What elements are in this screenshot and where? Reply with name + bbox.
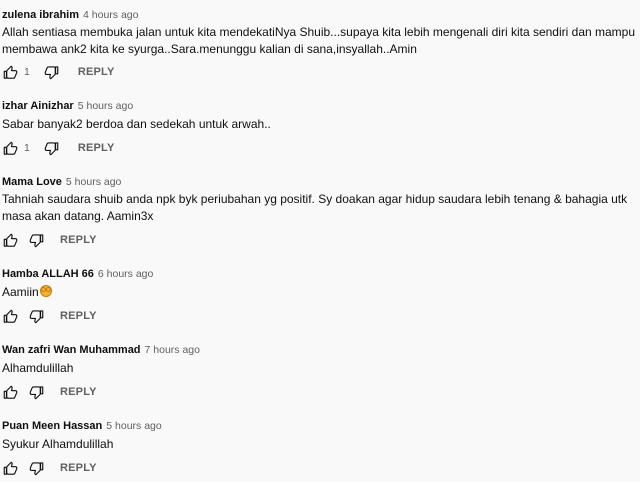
like-count: 1 bbox=[24, 66, 30, 78]
comment-author[interactable]: Hamba ALLAH 66 bbox=[2, 268, 94, 280]
comment-actions: REPLY bbox=[2, 308, 97, 324]
comment-text: Syukur Alhamdulillah bbox=[2, 437, 114, 451]
comment-time[interactable]: 7 hours ago bbox=[145, 344, 200, 356]
reply-button[interactable]: REPLY bbox=[78, 66, 115, 78]
thumb-up-icon[interactable] bbox=[2, 232, 18, 248]
reply-button[interactable]: REPLY bbox=[78, 142, 115, 154]
comment-time[interactable]: 6 hours ago bbox=[98, 268, 153, 280]
comment: izhar Ainizhar 5 hours ago Sabar banyak2 … bbox=[0, 97, 640, 159]
comment-author[interactable]: zulena ibrahim bbox=[2, 9, 79, 21]
reply-button[interactable]: REPLY bbox=[60, 310, 97, 322]
comment-body: Aamiin bbox=[2, 284, 638, 301]
comment: Puan Meen Hassan 5 hours ago Syukur Alham… bbox=[0, 417, 640, 479]
comment-header: Puan Meen Hassan 5 hours ago bbox=[2, 417, 162, 433]
comment: Hamba ALLAH 66 6 hours ago Aamiin REPLY bbox=[0, 265, 640, 327]
thumb-down-icon[interactable] bbox=[28, 308, 44, 324]
comment-time[interactable]: 5 hours ago bbox=[106, 420, 161, 432]
comment-text: Allah sentiasa membuka jalan untuk kita … bbox=[2, 25, 636, 56]
comment-text: Alhamdulillah bbox=[2, 361, 74, 375]
comment-actions: REPLY bbox=[2, 232, 97, 248]
thumb-up-icon[interactable] bbox=[2, 308, 18, 324]
comment-author[interactable]: izhar Ainizhar bbox=[2, 100, 74, 112]
comment-header: Hamba ALLAH 66 6 hours ago bbox=[2, 265, 153, 281]
comment-actions: 1 REPLY bbox=[2, 140, 115, 156]
thumb-up-icon[interactable] bbox=[2, 460, 18, 476]
comment-header: zulena ibrahim 4 hours ago bbox=[2, 6, 139, 22]
comment-header: izhar Ainizhar 5 hours ago bbox=[2, 97, 133, 113]
thumb-down-icon[interactable] bbox=[28, 232, 44, 248]
comment-time[interactable]: 5 hours ago bbox=[78, 100, 133, 112]
like-count: 1 bbox=[24, 142, 30, 154]
thumb-down-icon[interactable] bbox=[44, 64, 60, 80]
thumb-up-icon[interactable] bbox=[2, 64, 18, 80]
reply-button[interactable]: REPLY bbox=[60, 234, 97, 246]
reply-button[interactable]: REPLY bbox=[60, 462, 97, 474]
thumb-down-icon[interactable] bbox=[28, 460, 44, 476]
thumb-down-icon[interactable] bbox=[44, 140, 60, 156]
comment-author[interactable]: Puan Meen Hassan bbox=[2, 420, 102, 432]
reply-button[interactable]: REPLY bbox=[60, 386, 97, 398]
comment: Mama Love 5 hours ago Tahniah saudara shu… bbox=[0, 173, 640, 251]
comment-actions: REPLY bbox=[2, 460, 97, 476]
comment-header: Mama Love 5 hours ago bbox=[2, 173, 121, 189]
comment-text: Tahniah saudara shuib anda npk byk periu… bbox=[2, 192, 628, 223]
comment-author[interactable]: Mama Love bbox=[2, 176, 62, 188]
thumb-down-icon[interactable] bbox=[28, 384, 44, 400]
comment-text: Aamiin bbox=[2, 285, 39, 299]
thumb-up-icon[interactable] bbox=[2, 384, 18, 400]
comment-actions: 1 REPLY bbox=[2, 64, 115, 80]
comment-author[interactable]: Wan zafri Wan Muhammad bbox=[2, 344, 141, 356]
comment: Wan zafri Wan Muhammad 7 hours ago Alhamd… bbox=[0, 341, 640, 403]
hands-emoji-icon bbox=[39, 285, 52, 297]
comment-time[interactable]: 5 hours ago bbox=[66, 176, 121, 188]
comment-time[interactable]: 4 hours ago bbox=[83, 9, 138, 21]
comment-header: Wan zafri Wan Muhammad 7 hours ago bbox=[2, 341, 200, 357]
comment: zulena ibrahim 4 hours ago Allah sentiasa… bbox=[0, 6, 640, 84]
comment-text: Sabar banyak2 berdoa dan sedekah untuk a… bbox=[2, 117, 271, 131]
thumb-up-icon[interactable] bbox=[2, 140, 18, 156]
comment-actions: REPLY bbox=[2, 384, 97, 400]
